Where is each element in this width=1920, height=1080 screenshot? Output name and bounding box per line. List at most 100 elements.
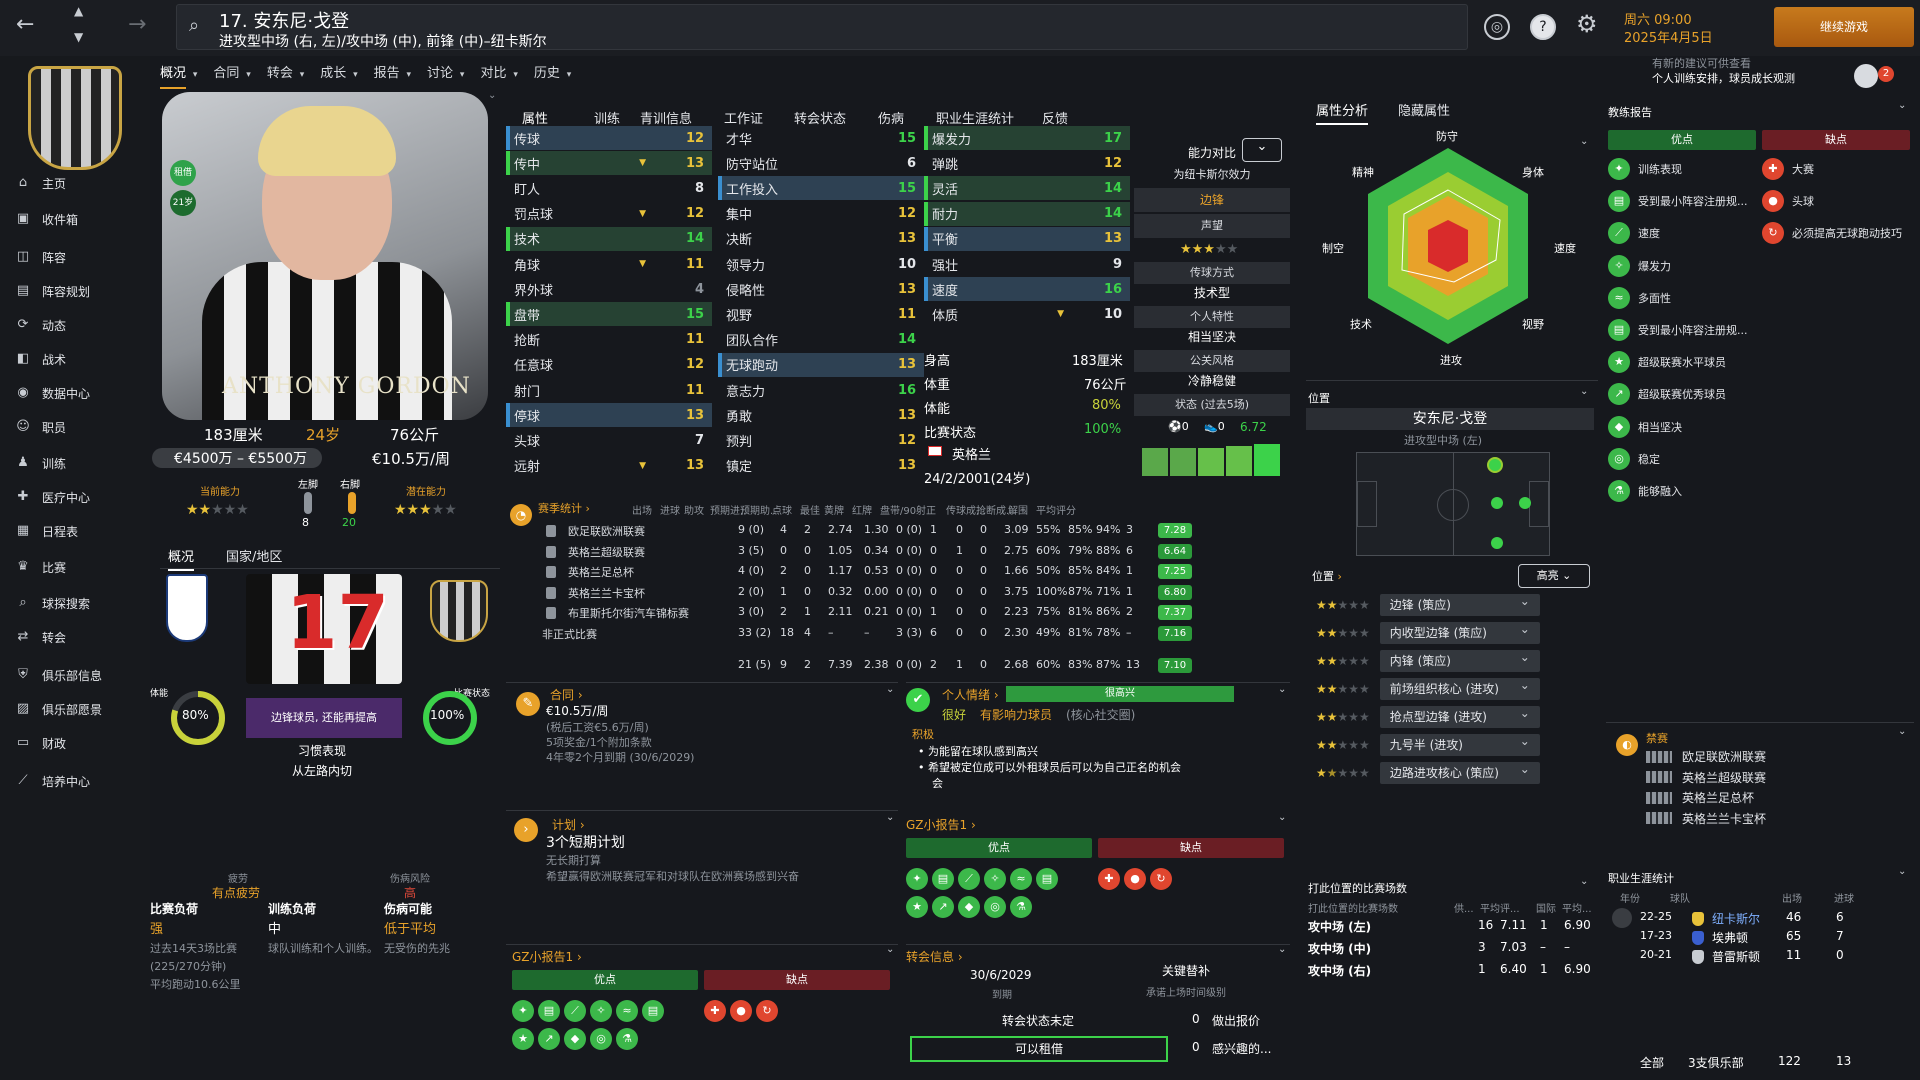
sidebar-item-7[interactable]: ☺ 职员 bbox=[14, 414, 150, 440]
gz-report-title-1[interactable]: GZ小报告1 › bbox=[906, 816, 976, 833]
career-club[interactable]: 纽卡斯尔 bbox=[1712, 910, 1760, 927]
position-role-row[interactable]: ★★★★★ 抢点型边锋 (进攻) bbox=[1316, 702, 1552, 728]
subnav-2[interactable]: 转会 bbox=[267, 66, 293, 81]
photo-menu-icon[interactable]: ⌄ bbox=[488, 90, 496, 101]
forward-icon[interactable]: → bbox=[128, 12, 146, 37]
played-col-header[interactable]: 供... bbox=[1454, 900, 1474, 915]
role-dropdown[interactable]: 边锋 (策应) bbox=[1379, 590, 1540, 616]
season-col-header[interactable]: 盘带/90 bbox=[880, 502, 916, 517]
sidebar-item-11[interactable]: ♛ 比赛 bbox=[14, 554, 150, 580]
position-role-row[interactable]: ★★★★★ 边锋 (策应) bbox=[1316, 590, 1552, 616]
offers-label[interactable]: 做出报价 bbox=[1212, 1012, 1260, 1029]
back-icon[interactable]: ← bbox=[16, 12, 34, 37]
tab-7[interactable]: 反馈 bbox=[1042, 108, 1068, 127]
position-role-row[interactable]: ★★★★★ 前场组织核心 (进攻) bbox=[1316, 674, 1552, 700]
tab-5[interactable]: 伤病 bbox=[878, 108, 904, 127]
season-col-header[interactable]: 黄牌 bbox=[824, 502, 844, 517]
table-row[interactable]: 非正式比赛 33 (2) 18 4– –3 (3) 6 0 0 2.30 49% 81% 78% –7.… bbox=[538, 625, 1288, 643]
sidebar-item-0[interactable]: ⌂ 主页 bbox=[14, 170, 150, 196]
bio-nation[interactable]: 英格兰 bbox=[952, 444, 991, 463]
season-col-header[interactable]: 射正 bbox=[916, 502, 936, 517]
up-icon[interactable]: ▲ bbox=[74, 4, 83, 18]
table-row[interactable]: 欧足联欧洲联赛 9 (0) 4 2 2.74 1.30 0 (0) 1 0 0 3.09 55% 85%… bbox=[538, 522, 1288, 540]
table-row[interactable]: 英格兰兰卡宝杯 2 (0) 1 0 0.32 0.00 0 (0) 0 0 0 3.75 100% 87… bbox=[538, 584, 1288, 602]
season-col-header[interactable]: 平均评分 bbox=[1036, 502, 1076, 517]
gz-report-title-2[interactable]: GZ小报告1 › bbox=[512, 948, 582, 965]
table-row[interactable]: 英格兰超级联赛 3 (5) 0 0 1.05 0.34 0 (0) 0 1 0 2.75 60% 79%… bbox=[538, 543, 1288, 561]
table-row[interactable]: 20-21 普雷斯顿 11 0 bbox=[1608, 948, 1914, 966]
table-row[interactable]: 英格兰足总杯 4 (0) 2 0 1.17 0.53 0 (0) 0 0 0 1.66 50% 85% 8… bbox=[538, 563, 1288, 581]
sidebar-item-5[interactable]: ◧ 战术 bbox=[14, 346, 150, 372]
career-col-header[interactable]: 进球 bbox=[1834, 890, 1854, 905]
position-role-row[interactable]: ★★★★★ 内锋 (策应) bbox=[1316, 646, 1552, 672]
career-col-header[interactable]: 年份 bbox=[1620, 890, 1640, 905]
career-club[interactable]: 埃弗顿 bbox=[1712, 929, 1748, 946]
sidebar-item-4[interactable]: ⟳ 动态 bbox=[14, 312, 150, 338]
tab-attr-analysis[interactable]: 属性分析 bbox=[1316, 100, 1369, 125]
contract-title[interactable]: 合同 › bbox=[550, 686, 583, 703]
season-col-header[interactable]: 红牌 bbox=[852, 502, 872, 517]
tab-2[interactable]: 青训信息 bbox=[640, 108, 692, 127]
plan-title[interactable]: 计划 › bbox=[552, 816, 585, 833]
sidebar-item-12[interactable]: ⌕ 球探搜索 bbox=[14, 590, 150, 616]
played-expand-icon[interactable]: ⌄ bbox=[1580, 876, 1588, 887]
continue-button[interactable]: 继续游戏 bbox=[1774, 7, 1914, 47]
tab-hidden-attr[interactable]: 隐藏属性 bbox=[1398, 100, 1450, 119]
tab-nation[interactable]: 国家/地区 bbox=[226, 546, 282, 565]
sidebar-item-1[interactable]: ▣ 收件箱 bbox=[14, 206, 150, 232]
chevron-down-icon[interactable]: ▾ bbox=[457, 70, 465, 80]
season-col-header[interactable]: 进球 bbox=[660, 502, 680, 517]
transfer-title[interactable]: 转会信息 › bbox=[906, 948, 963, 965]
search-box[interactable]: ⌕ 17. 安东尼·戈登 进攻型中场 (右, 左)/攻中场 (中), 前锋 (中… bbox=[176, 4, 1468, 50]
chevron-down-icon[interactable]: ▾ bbox=[243, 70, 251, 80]
tab-3[interactable]: 工作证 bbox=[724, 108, 763, 127]
table-row[interactable]: 22-25 纽卡斯尔 46 6 bbox=[1608, 910, 1914, 928]
ban-expand-icon[interactable]: ⌄ bbox=[1898, 726, 1906, 737]
mood-title[interactable]: 个人情绪 › bbox=[942, 686, 999, 703]
table-row[interactable]: 攻中场 (中) 3 7.03– – bbox=[1306, 940, 1594, 960]
sidebar-item-2[interactable]: ◫ 阵容 bbox=[14, 244, 150, 270]
role-dropdown[interactable]: 边路进攻核心 (策应) bbox=[1379, 758, 1540, 784]
played-col-header[interactable]: 平均... bbox=[1562, 900, 1592, 915]
tab-6[interactable]: 职业生涯统计 bbox=[936, 108, 1014, 127]
sidebar-item-16[interactable]: ▭ 财政 bbox=[14, 730, 150, 756]
subnav-3[interactable]: 成长 bbox=[320, 66, 346, 81]
down-icon[interactable]: ▼ bbox=[74, 30, 83, 44]
table-row[interactable]: 21 (5) 9 2 7.39 2.38 0 (0) 2 1 0 2.68 60% 83% 87% 13 7… bbox=[538, 657, 1288, 675]
coach-expand-icon[interactable]: ⌄ bbox=[1898, 100, 1906, 111]
position-role-row[interactable]: ★★★★★ 九号半 (进攻) bbox=[1316, 730, 1552, 756]
subnav-0[interactable]: 概况 bbox=[160, 66, 187, 89]
settings-icon[interactable]: ⚙ bbox=[1576, 10, 1598, 38]
sidebar-item-3[interactable]: ▤ 阵容规划 bbox=[14, 278, 150, 304]
chevron-down-icon[interactable]: ▾ bbox=[510, 70, 518, 80]
sidebar-item-14[interactable]: ⛨ 俱乐部信息 bbox=[14, 662, 150, 688]
sidebar-item-17[interactable]: ⟋ 培养中心 bbox=[14, 768, 150, 794]
season-col-header[interactable]: 助攻 bbox=[684, 502, 704, 517]
position-role-row[interactable]: ★★★★★ 内收型边锋 (策应) bbox=[1316, 618, 1552, 644]
role-dropdown[interactable]: 九号半 (进攻) bbox=[1379, 730, 1540, 756]
chevron-down-icon[interactable]: ▾ bbox=[564, 70, 572, 80]
sidebar-item-15[interactable]: ▨ 俱乐部愿景 bbox=[14, 696, 150, 722]
subnav-5[interactable]: 讨论 bbox=[427, 66, 453, 81]
role-dropdown[interactable]: 内收型边锋 (策应) bbox=[1379, 618, 1540, 644]
table-row[interactable]: 布里斯托尔街汽车锦标赛 3 (0) 2 1 2.11 0.21 0 (0) 1 0 0 2.23 75… bbox=[538, 604, 1288, 622]
sidebar-item-13[interactable]: ⇄ 转会 bbox=[14, 624, 150, 650]
contract-expand-icon[interactable]: ⌄ bbox=[886, 684, 894, 695]
played-col-header[interactable]: 平均评... bbox=[1480, 900, 1520, 915]
season-col-header[interactable]: 点球 bbox=[772, 502, 792, 517]
season-col-header[interactable]: 最佳 bbox=[800, 502, 820, 517]
position-expand-icon[interactable]: ⌄ bbox=[1580, 386, 1588, 397]
subnav-1[interactable]: 合同 bbox=[213, 66, 239, 81]
played-col-header[interactable]: 国际 bbox=[1536, 900, 1556, 915]
globe-icon[interactable]: ◎ bbox=[1484, 14, 1510, 40]
table-row[interactable]: 攻中场 (右) 1 6.40 1 6.90 bbox=[1306, 962, 1594, 982]
sidebar-item-6[interactable]: ◉ 数据中心 bbox=[14, 380, 150, 406]
role-dropdown[interactable]: 抢点型边锋 (进攻) bbox=[1379, 702, 1540, 728]
loan-button[interactable]: 可以租借 bbox=[910, 1036, 1168, 1062]
pos-role-label[interactable]: 位置 › bbox=[1312, 568, 1342, 584]
chevron-down-icon[interactable]: ▾ bbox=[190, 70, 198, 80]
table-row[interactable]: 攻中场 (左) 16 7.11 1 6.90 bbox=[1306, 918, 1594, 938]
position-role-row[interactable]: ★★★★★ 边路进攻核心 (策应) bbox=[1316, 758, 1552, 784]
analysis-expand-icon[interactable]: ⌄ bbox=[1580, 136, 1588, 147]
tab-4[interactable]: 转会状态 bbox=[794, 108, 846, 127]
